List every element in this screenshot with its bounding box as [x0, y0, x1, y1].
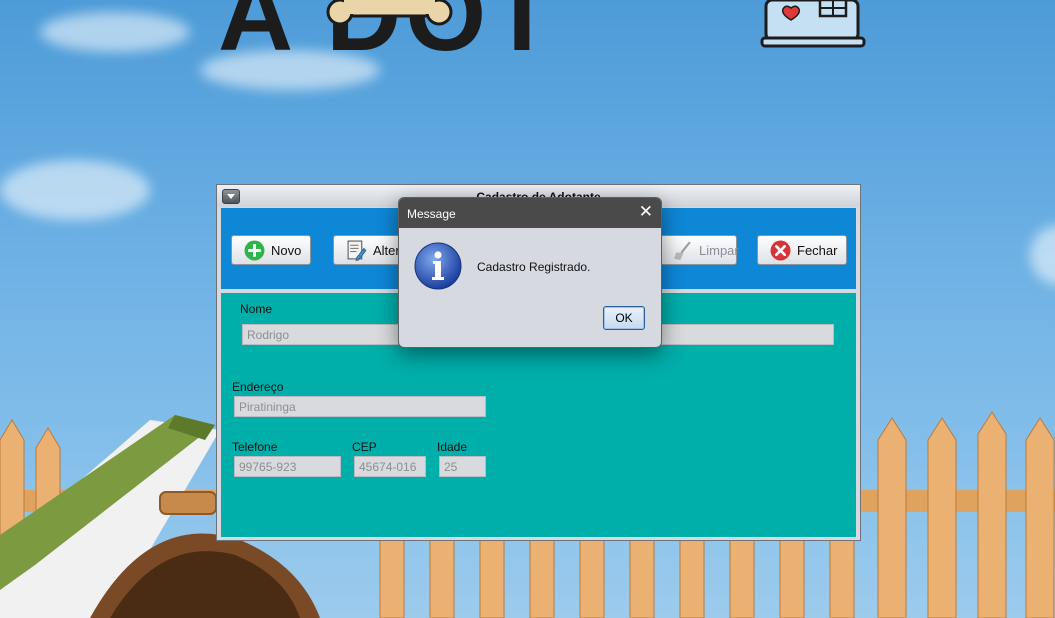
dialog-title-bar: Message ✕ [399, 198, 661, 228]
edit-document-icon [347, 240, 367, 261]
cep-field[interactable] [354, 456, 426, 477]
nome-label: Nome [240, 302, 273, 316]
limpar-label: Limpar [699, 242, 739, 258]
novo-label: Novo [271, 242, 302, 258]
novo-button[interactable]: Novo [231, 235, 311, 265]
cep-label: CEP [352, 440, 377, 454]
endereco-field[interactable] [234, 396, 486, 417]
ok-button[interactable]: OK [603, 306, 645, 330]
doghouse-icon [760, 0, 866, 48]
fechar-label: Fechar [797, 242, 838, 258]
idade-label: Idade [437, 440, 468, 454]
plus-icon [244, 240, 265, 260]
cloud [0, 160, 150, 220]
dialog-message: Cadastro Registrado. [477, 260, 591, 274]
telefone-field[interactable] [234, 456, 341, 477]
endereco-label: Endereço [232, 380, 284, 394]
limpar-button[interactable]: Limpar [659, 235, 739, 265]
cloud [1030, 225, 1055, 285]
fechar-button[interactable]: Fechar [757, 235, 847, 265]
close-circle-icon [770, 240, 791, 260]
cloud [40, 12, 190, 52]
bone-icon [326, 0, 453, 26]
dialog-title: Message [407, 207, 456, 221]
telefone-label: Telefone [232, 440, 278, 454]
idade-field[interactable] [439, 456, 486, 477]
message-dialog: Message ✕ Cadastro Registrado. OK [398, 197, 662, 348]
broom-icon [674, 240, 691, 260]
close-icon[interactable]: ✕ [639, 203, 653, 221]
info-icon [414, 242, 462, 290]
